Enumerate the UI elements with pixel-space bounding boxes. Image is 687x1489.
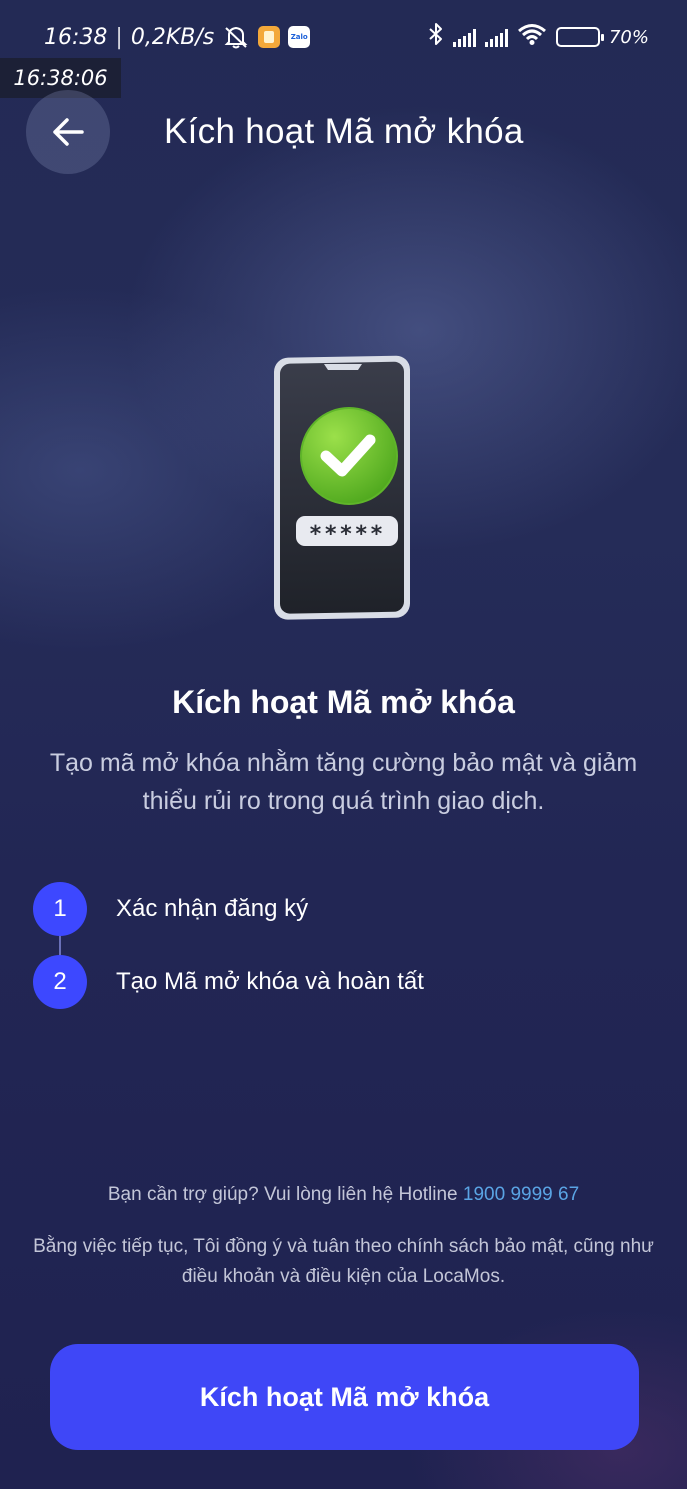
signal-icon: [452, 27, 476, 47]
step-number: 2: [33, 955, 87, 1009]
status-left: 16:38 | 0,2KB/s Zalo: [44, 24, 311, 50]
battery-percent: 70%: [608, 26, 649, 48]
step-1: 1 Xác nhận đăng ký: [33, 882, 308, 936]
page-title: Kích hoạt Mã mở khóa: [164, 112, 524, 151]
status-time: 16:38: [44, 24, 108, 50]
wifi-icon: [517, 23, 547, 51]
main-title: Kích hoạt Mã mở khóa: [172, 684, 515, 720]
mute-icon: [222, 24, 250, 50]
main-description: Tạo mã mở khóa nhằm tăng cường bảo mật v…: [49, 749, 638, 815]
app-icon-orange: [258, 26, 281, 48]
network-speed: 0,2KB/s: [130, 24, 215, 50]
step-2: 2 Tạo Mã mở khóa và hoàn tất: [33, 955, 424, 1009]
signal-icon: [484, 27, 508, 47]
pin-mask: *****: [308, 521, 386, 547]
zalo-icon: Zalo: [288, 26, 311, 48]
status-separator: |: [115, 24, 123, 50]
help-text: Bạn cần trợ giúp? Vui lòng liên hệ Hotli…: [0, 1184, 687, 1206]
step-number: 1: [33, 882, 87, 936]
bluetooth-icon: [428, 22, 444, 52]
status-right: 70%: [428, 22, 649, 52]
hotline-link[interactable]: 1900 9999 67: [463, 1184, 579, 1205]
activate-button[interactable]: Kích hoạt Mã mở khóa: [50, 1344, 639, 1450]
battery-icon: [555, 27, 604, 47]
step-label: Xác nhận đăng ký: [116, 895, 309, 922]
help-label: Bạn cần trợ giúp? Vui lòng liên hệ Hotli…: [107, 1184, 458, 1205]
phone-check-icon: *****: [266, 350, 426, 626]
terms-text: Bằng việc tiếp tục, Tôi đồng ý và tuân t…: [33, 1236, 654, 1287]
step-label: Tạo Mã mở khóa và hoàn tất: [116, 968, 424, 995]
